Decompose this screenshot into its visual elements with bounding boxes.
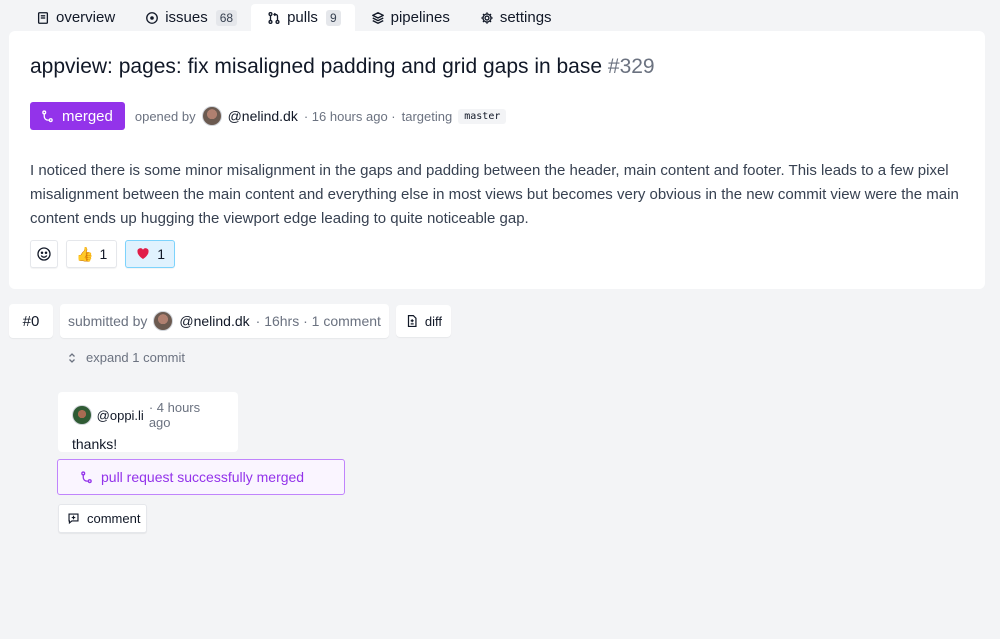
time-ago: · 16 hours ago · bbox=[303, 108, 396, 124]
comment-card: @oppi.li · 4 hours ago thanks! bbox=[58, 392, 238, 452]
round-header: #0 submitted by @nelind.dk · 16hrs · 1 c… bbox=[9, 304, 452, 338]
add-comment-button[interactable]: comment bbox=[58, 504, 147, 533]
tab-issues[interactable]: issues 68 bbox=[129, 4, 251, 31]
submitted-by-label: submitted by bbox=[68, 313, 148, 329]
layers-icon bbox=[371, 11, 385, 25]
git-merge-icon bbox=[81, 470, 92, 483]
diff-label: diff bbox=[424, 313, 443, 329]
pulls-count-badge: 9 bbox=[325, 9, 341, 26]
pull-description: I noticed there is some minor misalignme… bbox=[30, 162, 959, 227]
tab-label: pipelines bbox=[390, 9, 450, 26]
gear-icon bbox=[480, 11, 494, 25]
add-reaction-button[interactable] bbox=[30, 240, 58, 268]
pull-number: #329 bbox=[607, 55, 655, 78]
pull-request-card: appview: pages: fix misaligned padding a… bbox=[9, 31, 985, 289]
round-meta: submitted by @nelind.dk · 16hrs · 1 comm… bbox=[60, 304, 389, 338]
thumbs-up-icon: 👍 bbox=[76, 245, 94, 262]
pull-meta: merged opened by @nelind.dk · 16 hours a… bbox=[30, 102, 507, 130]
tab-label: pulls bbox=[287, 9, 318, 26]
pull-title: appview: pages: fix misaligned padding a… bbox=[30, 55, 603, 78]
tab-settings[interactable]: settings bbox=[464, 4, 566, 31]
file-diff-icon bbox=[407, 314, 417, 328]
git-pull-request-icon bbox=[267, 11, 281, 25]
opened-by-label: opened by bbox=[134, 108, 196, 124]
author-link[interactable]: @nelind.dk bbox=[228, 108, 298, 124]
round-number: #0 bbox=[9, 304, 53, 338]
author-link[interactable]: @nelind.dk bbox=[179, 313, 249, 329]
heart-icon bbox=[135, 245, 151, 264]
reaction-count: 1 bbox=[99, 246, 108, 262]
chevrons-up-down-icon bbox=[69, 352, 75, 363]
reactions: 👍 1 1 bbox=[30, 240, 176, 268]
comment-author-link[interactable]: @oppi.li bbox=[97, 408, 144, 423]
reaction-thumbs-up[interactable]: 👍 1 bbox=[66, 240, 118, 268]
issues-count-badge: 68 bbox=[215, 9, 238, 26]
tab-label: settings bbox=[499, 9, 552, 26]
comment-time: · 4 hours ago bbox=[148, 400, 201, 430]
diff-button[interactable]: diff bbox=[395, 305, 452, 337]
git-merge-icon bbox=[42, 109, 53, 122]
reaction-heart[interactable]: 1 bbox=[125, 240, 176, 268]
comment-body: thanks! bbox=[72, 436, 118, 452]
avatar bbox=[201, 106, 222, 126]
avatar bbox=[72, 405, 92, 425]
reaction-count: 1 bbox=[157, 246, 166, 262]
smiley-icon bbox=[37, 247, 51, 261]
expand-label: expand 1 commit bbox=[86, 350, 185, 365]
status-label: merged bbox=[62, 107, 113, 125]
page-title: appview: pages: fix misaligned padding a… bbox=[30, 55, 655, 79]
message-plus-icon bbox=[68, 513, 79, 525]
tab-pipelines[interactable]: pipelines bbox=[355, 4, 464, 31]
merged-message-label: pull request successfully merged bbox=[101, 469, 305, 485]
tab-pulls[interactable]: pulls 9 bbox=[251, 4, 355, 31]
expand-commits-button[interactable]: expand 1 commit bbox=[66, 350, 185, 365]
repo-tabs: overview issues 68 pulls 9 pipelines set… bbox=[20, 4, 566, 31]
book-icon bbox=[36, 11, 50, 25]
status-badge: merged bbox=[30, 102, 125, 130]
comment-button-label: comment bbox=[87, 511, 141, 526]
circle-dot-icon bbox=[145, 11, 159, 25]
tab-label: issues bbox=[165, 9, 208, 26]
target-branch[interactable]: master bbox=[458, 108, 507, 124]
tab-label: overview bbox=[56, 9, 116, 26]
targeting-label: targeting bbox=[401, 108, 453, 124]
round-stats: · 16hrs · 1 comment bbox=[255, 313, 381, 329]
comment-header: @oppi.li · 4 hours ago bbox=[72, 400, 224, 430]
merged-status-message: pull request successfully merged bbox=[57, 459, 345, 495]
avatar bbox=[153, 311, 174, 331]
tab-overview[interactable]: overview bbox=[20, 4, 129, 31]
